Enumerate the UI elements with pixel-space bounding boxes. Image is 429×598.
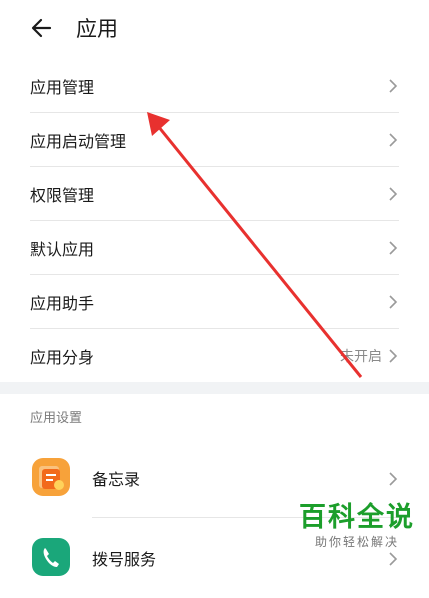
menu-item-label: 应用助手 <box>30 294 95 313</box>
menu-item-app-startup-management[interactable]: 应用启动管理 <box>0 113 429 167</box>
section-separator <box>0 382 429 394</box>
chevron-right-icon <box>389 552 398 566</box>
chevron-right-icon <box>389 133 398 147</box>
memo-icon <box>32 458 70 496</box>
menu-item-label: 权限管理 <box>30 186 95 205</box>
chevron-right-icon <box>389 349 398 363</box>
menu-item-app-twin[interactable]: 应用分身 未开启 <box>0 329 429 383</box>
menu-item-label: 默认应用 <box>30 240 95 259</box>
watermark-logo: 百科全说 助你轻松解决 <box>299 502 415 550</box>
app-menu-list: 应用管理 应用启动管理 权限管理 默认应用 应用助手 应用分身 未开启 <box>0 59 429 383</box>
chevron-right-icon <box>389 79 398 93</box>
menu-item-label: 应用启动管理 <box>30 132 127 151</box>
menu-item-default-apps[interactable]: 默认应用 <box>0 221 429 275</box>
menu-item-app-management[interactable]: 应用管理 <box>0 59 429 113</box>
chevron-right-icon <box>389 187 398 201</box>
section-title: 应用设置 <box>30 411 83 426</box>
menu-item-app-assistant[interactable]: 应用助手 <box>0 275 429 329</box>
app-settings-label: 备忘录 <box>92 470 141 489</box>
page-title: 应用 <box>76 17 118 41</box>
back-arrow-icon[interactable] <box>28 14 56 42</box>
chevron-right-icon <box>389 295 398 309</box>
menu-item-label: 应用分身 <box>30 348 95 367</box>
phone-icon <box>32 538 70 576</box>
menu-item-label: 应用管理 <box>30 78 95 97</box>
header: 应用 <box>0 0 429 56</box>
chevron-right-icon <box>389 472 398 486</box>
menu-item-permission-management[interactable]: 权限管理 <box>0 167 429 221</box>
status-text: 未开启 <box>340 349 382 365</box>
app-settings-label: 拨号服务 <box>92 550 157 569</box>
chevron-right-icon <box>389 241 398 255</box>
